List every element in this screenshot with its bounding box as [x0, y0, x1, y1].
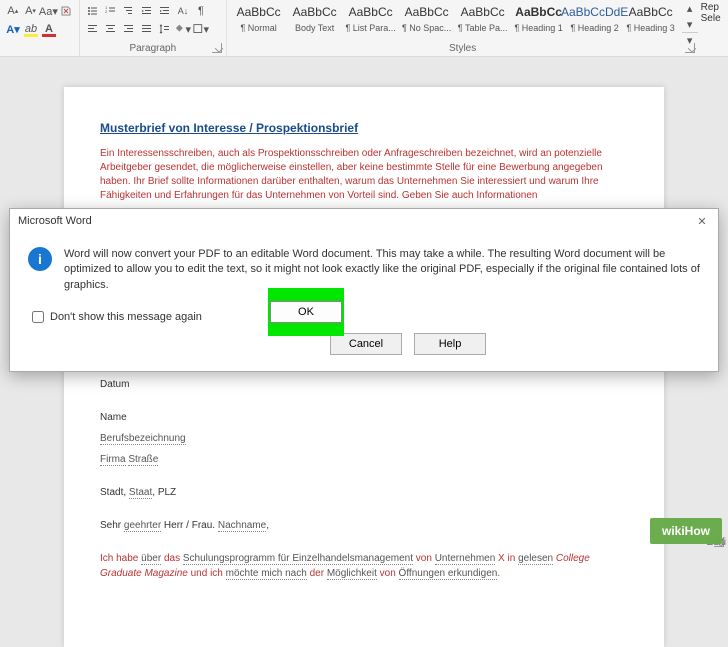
greeting-field: Sehr geehrter Herr / Frau. Nachname,: [100, 518, 628, 533]
style-name: Body Text: [295, 23, 334, 33]
style-preview: AaBbCc: [515, 3, 562, 21]
numbering-button[interactable]: 12: [103, 3, 119, 19]
style-preview: AaBbCc: [629, 3, 673, 21]
style-name: ¶ No Spac...: [402, 23, 451, 33]
paragraph-dialog-launcher[interactable]: [212, 43, 222, 53]
shading-button[interactable]: ▾: [175, 21, 191, 37]
firma-field: Firma Straße: [100, 452, 628, 467]
decrease-indent-button[interactable]: [139, 3, 155, 19]
style---table-pa---[interactable]: AaBbCc ¶ Table Pa...: [455, 0, 511, 42]
wikihow-watermark: wikiHow: [650, 518, 722, 544]
sort-button[interactable]: A↓: [175, 3, 191, 19]
body-paragraph: Ich habe über das Schulungsprogramm für …: [100, 551, 628, 581]
dont-show-checkbox-input[interactable]: [32, 311, 44, 323]
style-preview: AaBbCc: [405, 3, 449, 21]
style---heading-3[interactable]: AaBbCc ¶ Heading 3: [623, 0, 679, 42]
style---heading-2[interactable]: AaBbCcDdE¶ Heading 2: [567, 0, 623, 42]
ok-highlight: OK: [268, 288, 344, 336]
styles-dialog-launcher[interactable]: [685, 43, 695, 53]
svg-text:2: 2: [105, 9, 108, 14]
beruf-field: Berufsbezeichnung: [100, 431, 628, 446]
styles-label: Styles: [227, 43, 699, 54]
help-button[interactable]: Help: [414, 333, 486, 355]
ribbon: A▴ A▾ Aa▾ A▾ ab A 12 A↓ ¶ ▾: [0, 0, 728, 57]
style-preview: AaBbCc: [461, 3, 505, 21]
cancel-button[interactable]: Cancel: [330, 333, 402, 355]
paragraph-group: 12 A↓ ¶ ▾ ▾ Paragraph: [80, 0, 227, 56]
info-icon: i: [28, 247, 52, 271]
style-name: ¶ Normal: [240, 23, 276, 33]
change-case-button[interactable]: Aa▾: [40, 3, 56, 19]
datum-field: Datum: [100, 377, 628, 392]
ok-button[interactable]: OK: [270, 301, 342, 323]
align-left-button[interactable]: [85, 21, 101, 37]
multilevel-list-button[interactable]: [121, 3, 137, 19]
dialog-close-button[interactable]: ✕: [694, 213, 710, 229]
style-name: ¶ Heading 1: [514, 23, 562, 33]
style-preview: AaBbCcDdE: [561, 3, 628, 21]
styles-scroll-down[interactable]: ▾: [682, 16, 698, 32]
paragraph-label: Paragraph: [80, 43, 226, 54]
style-body-text[interactable]: AaBbCc Body Text: [287, 0, 343, 42]
style-preview: AaBbCc: [293, 3, 337, 21]
dialog-title: Microsoft Word: [18, 215, 92, 227]
intro-paragraph: Ein Interessensschreiben, auch als Prosp…: [100, 147, 628, 203]
align-right-button[interactable]: [121, 21, 137, 37]
font-color-button[interactable]: A: [41, 21, 57, 37]
show-marks-button[interactable]: ¶: [193, 3, 209, 19]
style-preview: AaBbCc: [237, 3, 281, 21]
style---normal[interactable]: AaBbCc ¶ Normal: [231, 0, 287, 42]
font-group: A▴ A▾ Aa▾ A▾ ab A: [0, 0, 80, 56]
styles-group: AaBbCc ¶ Normal AaBbCc Body Text AaBbCc ¶ Lis…: [227, 0, 699, 56]
name-field: Name: [100, 410, 628, 425]
style-preview: AaBbCc: [349, 3, 393, 21]
grow-font-button[interactable]: A▴: [5, 3, 21, 19]
stadt-field: Stadt, Staat, PLZ: [100, 485, 628, 500]
document-title: Musterbrief von Interesse / Prospektions…: [100, 119, 628, 137]
style---heading-1[interactable]: AaBbCc ¶ Heading 1: [511, 0, 567, 42]
select-button[interactable]: Sele: [701, 13, 726, 24]
justify-button[interactable]: [139, 21, 155, 37]
dont-show-label: Don't show this message again: [50, 311, 202, 323]
bullets-button[interactable]: [85, 3, 101, 19]
replace-button[interactable]: Rep: [701, 2, 726, 13]
style-name: ¶ Heading 3: [626, 23, 674, 33]
clear-formatting-button[interactable]: [58, 3, 74, 19]
styles-scroll-up[interactable]: ▴: [682, 0, 698, 16]
increase-indent-button[interactable]: [157, 3, 173, 19]
highlight-button[interactable]: ab: [23, 21, 39, 37]
pdf-convert-dialog: Microsoft Word ✕ i Word will now convert…: [9, 208, 719, 372]
borders-button[interactable]: ▾: [193, 21, 209, 37]
style-name: ¶ Heading 2: [570, 23, 618, 33]
style-name: ¶ Table Pa...: [458, 23, 508, 33]
dialog-titlebar: Microsoft Word ✕: [10, 209, 718, 233]
style-name: ¶ List Para...: [345, 23, 395, 33]
style---list-para---[interactable]: AaBbCc ¶ List Para...: [343, 0, 399, 42]
style---no-spac---[interactable]: AaBbCc ¶ No Spac...: [399, 0, 455, 42]
editing-group: Rep Sele Editi: [699, 0, 728, 56]
line-spacing-button[interactable]: [157, 21, 173, 37]
dialog-message: Word will now convert your PDF to an edi…: [64, 247, 700, 293]
style-gallery[interactable]: AaBbCc ¶ Normal AaBbCc Body Text AaBbCc ¶ Lis…: [231, 0, 679, 42]
dont-show-checkbox[interactable]: Don't show this message again: [32, 311, 700, 323]
align-center-button[interactable]: [103, 21, 119, 37]
text-effects-button[interactable]: A▾: [5, 21, 21, 37]
shrink-font-button[interactable]: A▾: [23, 3, 39, 19]
